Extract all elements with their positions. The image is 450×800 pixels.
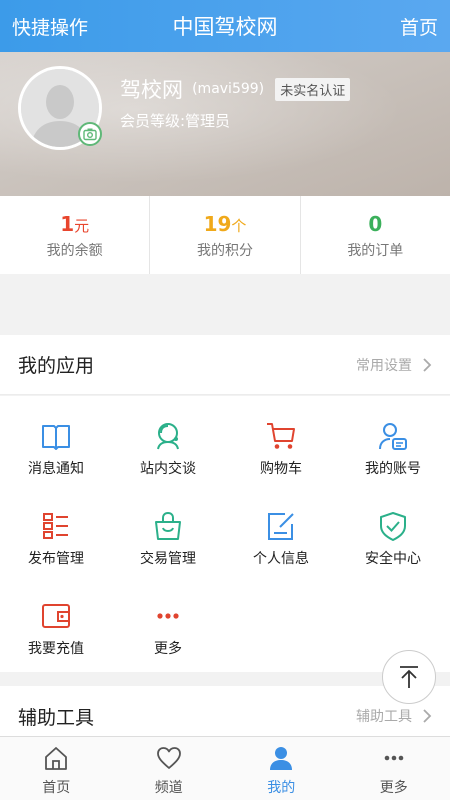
tab-label: 我的	[267, 780, 296, 796]
app-more[interactable]: 更多	[112, 576, 224, 664]
edit-icon	[268, 513, 294, 540]
cart-icon	[267, 423, 295, 449]
points-unit: 个	[231, 217, 247, 235]
balance-unit: 元	[74, 217, 90, 235]
verify-badge[interactable]: 未实名认证	[275, 77, 351, 101]
balance-value: 1	[60, 212, 75, 236]
tools-link[interactable]: 辅助工具	[356, 706, 432, 726]
tools-title: 辅助工具	[18, 706, 95, 729]
stat-label: 我的订单	[347, 243, 404, 259]
app-profile-info[interactable]: 个人信息	[225, 486, 337, 574]
more-dots-icon	[384, 755, 404, 761]
app-label: 站内交谈	[140, 461, 196, 477]
my-apps-title: 我的应用	[18, 355, 95, 377]
chevron-right-icon	[423, 709, 432, 723]
tab-label: 首页	[42, 780, 71, 796]
list-icon	[43, 513, 68, 539]
user-name: 驾校网	[120, 78, 183, 102]
my-apps-header: 我的应用 常用设置	[0, 335, 450, 395]
stat-orders[interactable]: 0 我的订单	[301, 196, 450, 274]
tab-home[interactable]: 首页	[0, 737, 113, 800]
app-messages[interactable]: 消息通知	[0, 396, 112, 484]
tab-label: 更多	[379, 780, 408, 796]
app-trade[interactable]: 交易管理	[112, 486, 224, 574]
app-security[interactable]: 安全中心	[337, 486, 449, 574]
tab-mine[interactable]: 我的	[225, 737, 338, 800]
stat-label: 我的余额	[46, 243, 103, 259]
tab-bar: 首页 频道 我的 更多	[0, 736, 450, 800]
app-label: 更多	[154, 641, 182, 657]
dots-icon	[157, 613, 179, 619]
app-account[interactable]: 我的账号	[337, 396, 449, 484]
orders-value: 0	[368, 212, 383, 236]
camera-icon[interactable]	[78, 122, 102, 146]
app-label: 交易管理	[140, 551, 196, 567]
stat-value: 19个	[150, 212, 299, 236]
app-cart[interactable]: 购物车	[225, 396, 337, 484]
app-label: 消息通知	[28, 461, 84, 477]
apps-grid: 消息通知 站内交谈 购物车 我的账号 发布管理 交易管理 个人信息 安全中心 我…	[0, 396, 450, 672]
app-label: 购物车	[260, 461, 302, 477]
stat-value: 1元	[0, 212, 149, 236]
app-label: 安全中心	[365, 551, 421, 567]
profile-banner: 驾校网 (mavi599) 未实名认证 会员等级:管理员	[0, 52, 450, 196]
app-publish[interactable]: 发布管理	[0, 486, 112, 574]
wallet-icon	[42, 604, 70, 628]
points-value: 19	[203, 212, 232, 236]
arrow-up-icon	[400, 666, 418, 688]
tab-label: 频道	[154, 780, 183, 796]
user-id: (mavi599)	[192, 81, 265, 97]
home-link[interactable]: 首页	[400, 13, 438, 40]
app-recharge[interactable]: 我要充值	[0, 576, 112, 664]
stat-points[interactable]: 19个 我的积分	[150, 196, 301, 274]
app-label: 发布管理	[28, 551, 84, 567]
app-label: 我要充值	[28, 641, 84, 657]
stat-balance[interactable]: 1元 我的余额	[0, 196, 151, 274]
tools-link-label: 辅助工具	[356, 709, 412, 725]
top-bar: 快捷操作 中国驾校网 首页	[0, 0, 450, 52]
stat-value: 0	[301, 212, 450, 236]
shield-icon	[380, 512, 406, 541]
user-info: 驾校网 (mavi599) 未实名认证 会员等级:管理员	[120, 74, 351, 131]
common-settings-link[interactable]: 常用设置	[356, 355, 432, 375]
account-icon	[379, 423, 407, 450]
app-label: 个人信息	[253, 551, 309, 567]
app-chat[interactable]: 站内交谈	[112, 396, 224, 484]
heart-icon	[156, 747, 181, 769]
tab-more[interactable]: 更多	[338, 737, 450, 800]
stat-label: 我的积分	[196, 243, 253, 259]
tab-channel[interactable]: 频道	[113, 737, 226, 800]
back-to-top-button[interactable]	[382, 650, 436, 704]
book-icon	[42, 425, 70, 450]
common-settings-label: 常用设置	[356, 357, 412, 374]
stats-row: 1元 我的余额 19个 我的积分 0 我的订单	[0, 196, 450, 274]
app-label: 我的账号	[365, 461, 421, 477]
member-level: 会员等级:管理员	[120, 112, 231, 130]
home-icon	[45, 747, 68, 770]
chat-person-icon	[157, 423, 179, 450]
user-icon	[270, 747, 293, 770]
chevron-right-icon	[423, 357, 432, 372]
quick-actions-button[interactable]: 快捷操作	[12, 13, 88, 40]
bag-icon	[155, 511, 181, 540]
